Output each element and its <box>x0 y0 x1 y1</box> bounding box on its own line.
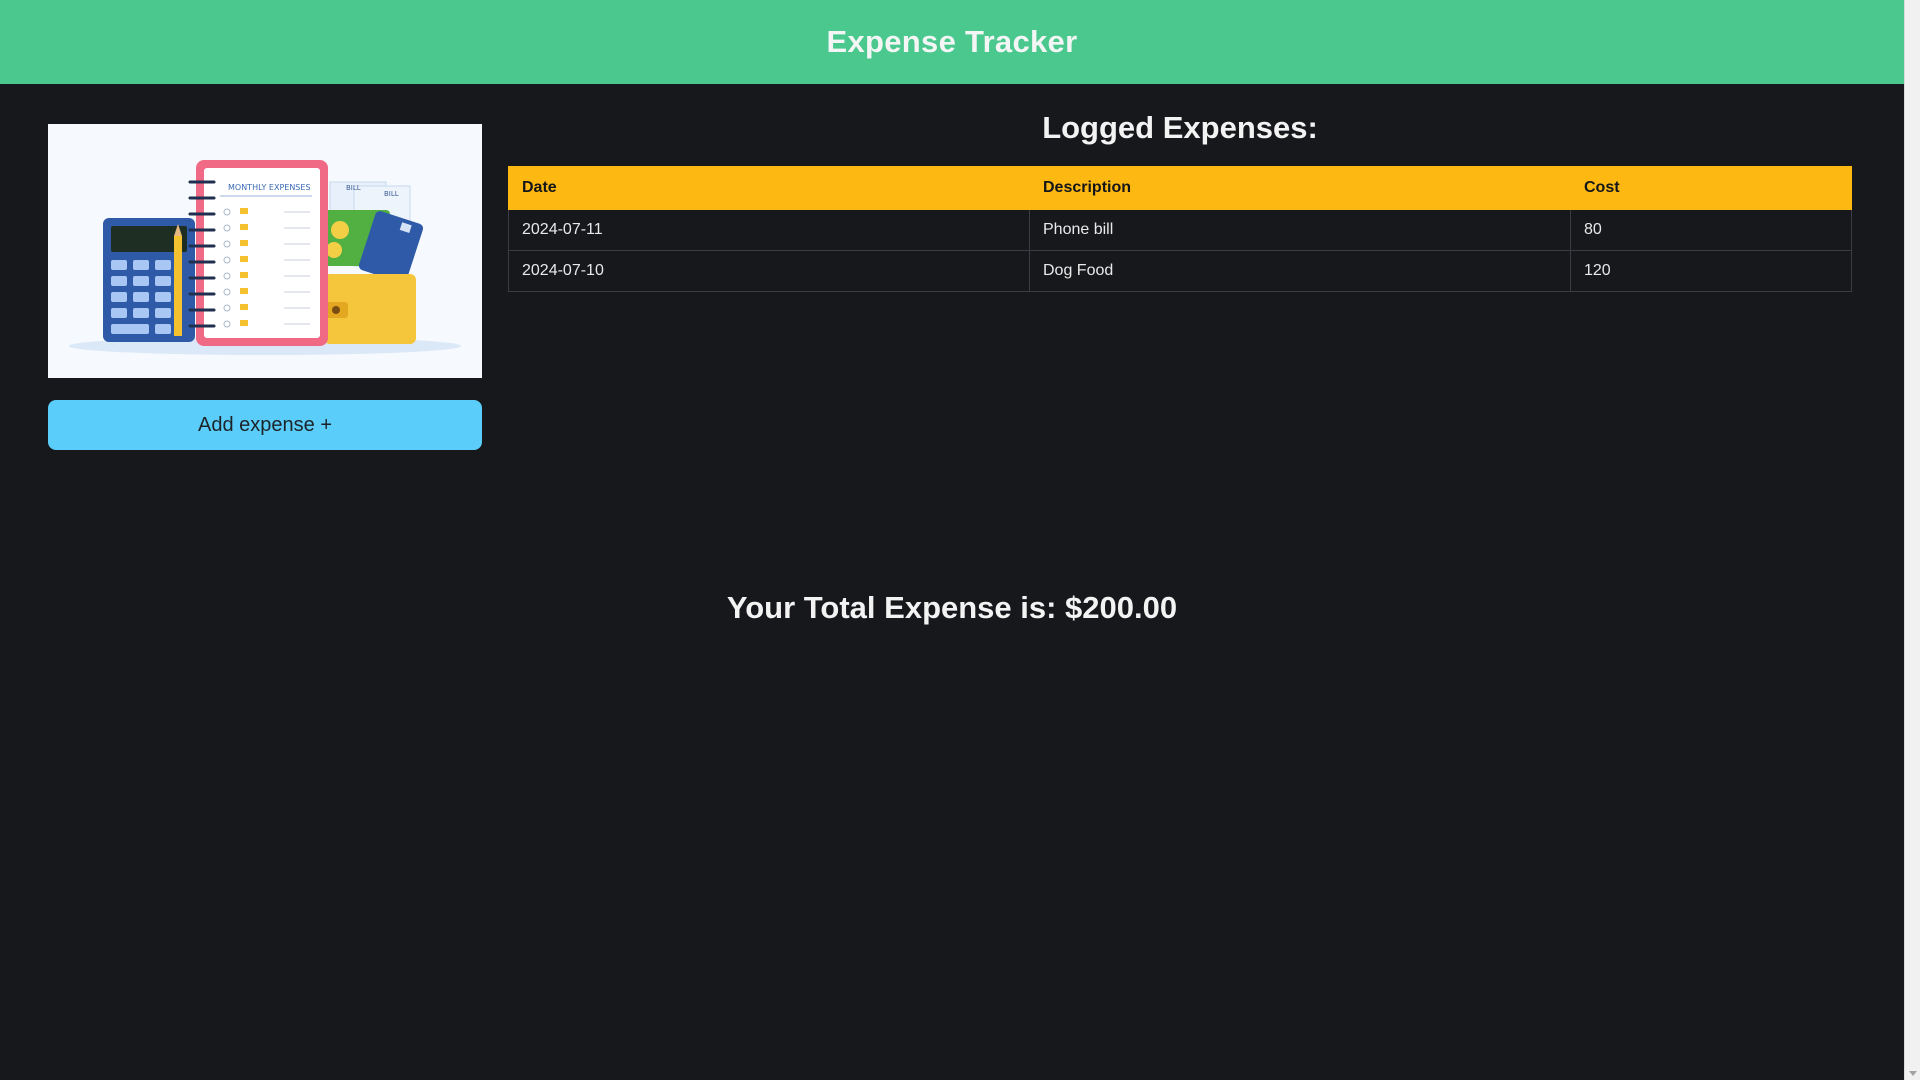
cell-date: 2024-07-11 <box>508 209 1030 251</box>
page: Expense Tracker BILL BILL MONTHLY EXPENS… <box>0 0 1904 1080</box>
app-header: Expense Tracker <box>0 0 1904 84</box>
column-header-cost: Cost <box>1570 166 1852 210</box>
total-expense: Your Total Expense is: $200.00 <box>726 590 1178 625</box>
cell-date: 2024-07-10 <box>508 250 1030 292</box>
app-title: Expense Tracker <box>826 24 1078 59</box>
expenses-title: Logged Expenses: <box>1042 110 1318 145</box>
add-expense-button[interactable]: Add expense + <box>48 400 482 450</box>
expenses-illustration: BILL BILL MONTHLY EXPENSES <box>48 124 482 378</box>
column-header-description: Description <box>1029 166 1571 210</box>
svg-text:BILL: BILL <box>346 184 361 192</box>
expenses-panel: Logged Expenses: Date Description Cost 2… <box>508 108 1852 292</box>
table-row: 2024-07-10 Dog Food 120 <box>508 250 1852 292</box>
notebook-icon: MONTHLY EXPENSES <box>188 160 328 346</box>
scroll-down-arrow-icon[interactable] <box>1909 1071 1917 1076</box>
vertical-scrollbar[interactable] <box>1904 0 1920 1080</box>
cell-cost: 80 <box>1570 209 1852 251</box>
column-header-date: Date <box>508 166 1030 210</box>
left-panel: BILL BILL MONTHLY EXPENSES Add expense + <box>48 124 482 450</box>
expenses-table: Date Description Cost 2024-07-11 Phone b… <box>508 166 1852 292</box>
cell-description: Dog Food <box>1029 250 1571 292</box>
cell-cost: 120 <box>1570 250 1852 292</box>
cell-description: Phone bill <box>1029 209 1571 251</box>
pencil-icon <box>174 224 182 336</box>
table-header-row: Date Description Cost <box>508 166 1852 210</box>
scrollbar-thumb[interactable] <box>1908 2 1917 1062</box>
table-row: 2024-07-11 Phone bill 80 <box>508 209 1852 251</box>
wallet-icon <box>324 274 416 344</box>
svg-text:MONTHLY EXPENSES: MONTHLY EXPENSES <box>228 183 311 192</box>
svg-text:BILL: BILL <box>384 190 399 198</box>
